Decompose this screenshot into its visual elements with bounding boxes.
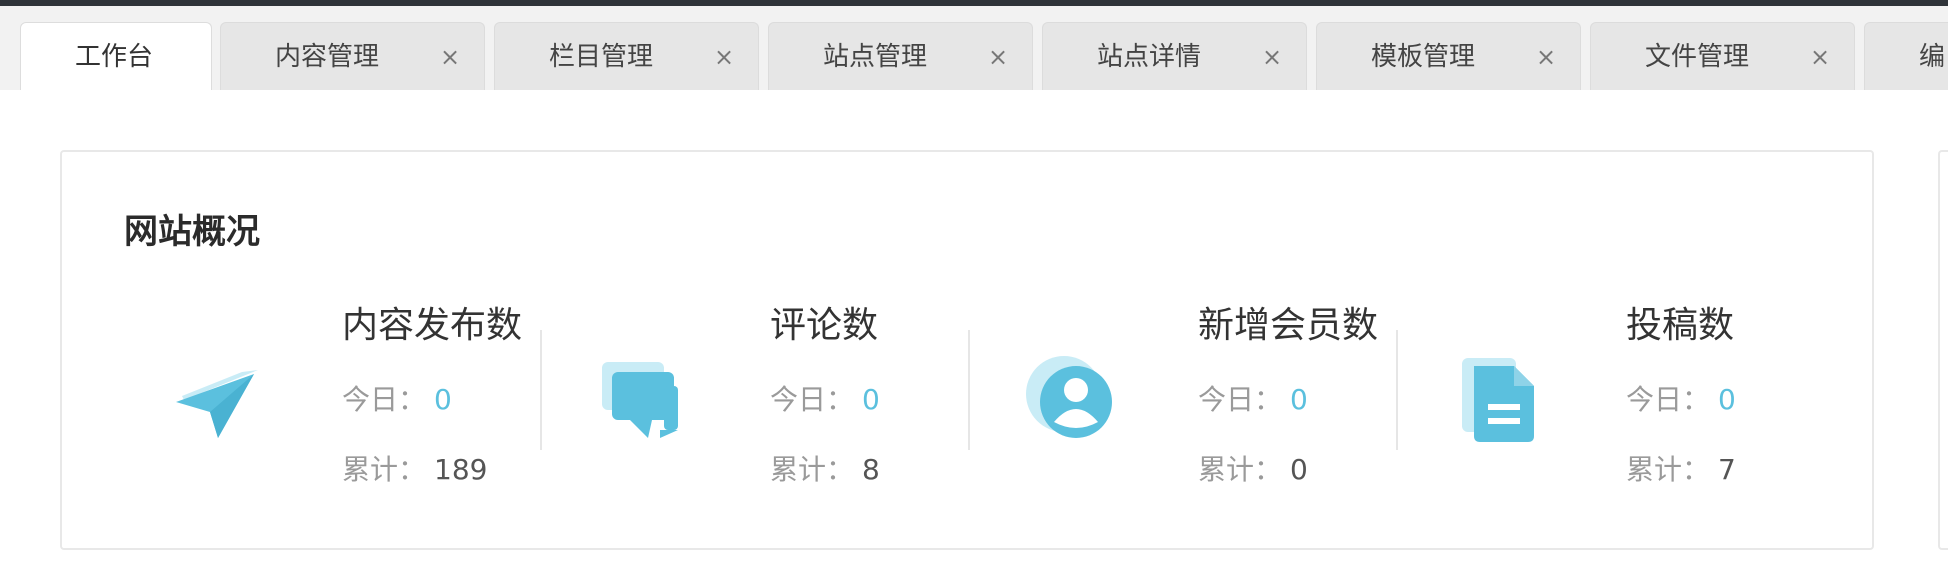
total-row: 累计： 7	[1626, 452, 1736, 488]
stat-title: 新增会员数	[1198, 305, 1379, 346]
total-label: 累计：	[770, 453, 855, 486]
close-icon[interactable]: ×	[708, 41, 740, 73]
today-label: 今日：	[770, 383, 855, 416]
stat-title: 评论数	[770, 305, 879, 346]
divider	[540, 330, 542, 450]
stat-new-members: 新增会员数 今日： 0 累计： 0	[1018, 302, 1438, 492]
tab-edit-truncated[interactable]: 编	[1864, 22, 1948, 90]
tab-label: 编	[1919, 42, 1946, 72]
card-title: 网站概况	[124, 212, 260, 252]
stat-title: 内容发布数	[342, 305, 523, 346]
total-value: 0	[1290, 453, 1308, 486]
paper-plane-icon	[162, 342, 272, 452]
tab-site-details[interactable]: 站点详情 ×	[1042, 22, 1307, 90]
tab-label: 站点详情	[1097, 42, 1202, 72]
close-icon[interactable]: ×	[1530, 41, 1562, 73]
tab-label: 站点管理	[823, 42, 928, 72]
close-icon[interactable]: ×	[982, 41, 1014, 73]
stat-comments: 评论数 今日： 0 累计： 8	[590, 302, 1010, 492]
tab-file-management[interactable]: 文件管理 ×	[1590, 22, 1855, 90]
tab-label: 模板管理	[1371, 42, 1476, 72]
today-row: 今日： 0	[1198, 382, 1308, 418]
next-card-edge	[1938, 150, 1948, 550]
close-icon[interactable]: ×	[1256, 41, 1288, 73]
total-value: 7	[1718, 453, 1736, 486]
close-icon[interactable]: ×	[434, 41, 466, 73]
tab-label: 文件管理	[1645, 42, 1750, 72]
tab-label: 栏目管理	[549, 42, 654, 72]
tab-workbench[interactable]: 工作台	[20, 22, 212, 90]
close-icon[interactable]: ×	[1804, 41, 1836, 73]
divider	[968, 330, 970, 450]
total-row: 累计： 0	[1198, 452, 1308, 488]
tab-label: 工作台	[75, 42, 154, 72]
tab-template-management[interactable]: 模板管理 ×	[1316, 22, 1581, 90]
today-row: 今日： 0	[770, 382, 880, 418]
total-row: 累计： 189	[342, 452, 487, 488]
total-label: 累计：	[1198, 453, 1283, 486]
today-value: 0	[1290, 383, 1308, 416]
tab-bar: 工作台 内容管理 × 栏目管理 × 站点管理 × 站点详情 × 模板管理 × 文…	[0, 6, 1948, 90]
divider	[1396, 330, 1398, 450]
tab-content-management[interactable]: 内容管理 ×	[220, 22, 485, 90]
total-value: 8	[862, 453, 880, 486]
main-content: 网站概况 内容发布数 今日： 0 累计： 189 评论数 今日： 0 累计： 8…	[0, 90, 1948, 580]
today-label: 今日：	[1626, 383, 1711, 416]
total-label: 累计：	[342, 453, 427, 486]
today-value: 0	[1718, 383, 1736, 416]
total-value: 189	[434, 453, 488, 486]
today-label: 今日：	[342, 383, 427, 416]
stat-content-published: 内容发布数 今日： 0 累计： 189	[162, 302, 582, 492]
today-value: 0	[434, 383, 452, 416]
tab-label: 内容管理	[275, 42, 380, 72]
stat-title: 投稿数	[1626, 305, 1735, 346]
tab-site-management[interactable]: 站点管理 ×	[768, 22, 1033, 90]
document-icon	[1446, 342, 1556, 452]
today-value: 0	[862, 383, 880, 416]
total-label: 累计：	[1626, 453, 1711, 486]
comments-icon	[590, 342, 700, 452]
site-overview-card: 网站概况 内容发布数 今日： 0 累计： 189 评论数 今日： 0 累计： 8…	[60, 150, 1874, 550]
today-row: 今日： 0	[342, 382, 452, 418]
total-row: 累计： 8	[770, 452, 880, 488]
user-circle-icon	[1018, 342, 1128, 452]
today-label: 今日：	[1198, 383, 1283, 416]
stat-submissions: 投稿数 今日： 0 累计： 7	[1446, 302, 1866, 492]
today-row: 今日： 0	[1626, 382, 1736, 418]
tab-column-management[interactable]: 栏目管理 ×	[494, 22, 759, 90]
